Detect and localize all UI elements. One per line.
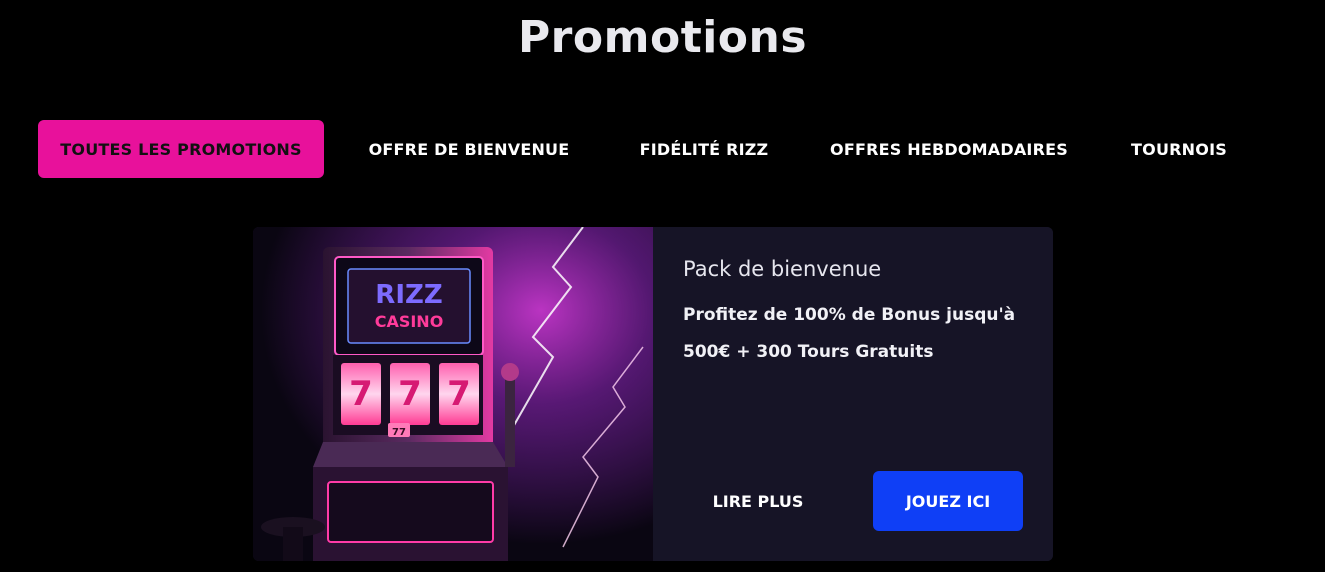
tab-loyalty[interactable]: FIDÉLITÉ RIZZ xyxy=(614,120,794,178)
tab-tournaments[interactable]: TOURNOIS xyxy=(1104,120,1254,178)
promo-description: Profitez de 100% de Bonus jusqu'à 500€ +… xyxy=(683,297,1023,371)
sign-casino: CASINO xyxy=(375,312,444,331)
slot-machine-illustration: RIZZ CASINO 7 7 7 77 xyxy=(253,227,653,561)
slot-machine-image: RIZZ CASINO 7 7 7 77 xyxy=(253,227,653,561)
promo-card-body: Pack de bienvenue Profitez de 100% de Bo… xyxy=(653,227,1053,561)
tab-weekly-offers[interactable]: OFFRES HEBDOMADAIRES xyxy=(794,120,1104,178)
reel-2-symbol: 7 xyxy=(398,374,422,414)
promo-description-line2: 500€ + 300 Tours Gratuits xyxy=(683,342,934,362)
read-more-button[interactable]: LIRE PLUS xyxy=(683,471,833,531)
promo-description-line1: Profitez de 100% de Bonus jusqu'à xyxy=(683,305,1016,325)
reel-1-symbol: 7 xyxy=(349,374,373,414)
reel-3-symbol: 7 xyxy=(447,374,471,414)
promo-card: RIZZ CASINO 7 7 7 77 Pack de bienvenue P… xyxy=(253,227,1053,561)
play-here-button[interactable]: JOUEZ ICI xyxy=(873,471,1023,531)
promotions-page: Promotions TOUTES LES PROMOTIONS OFFRE D… xyxy=(0,0,1325,572)
tab-welcome-offer[interactable]: OFFRE DE BIENVENUE xyxy=(324,120,614,178)
page-title: Promotions xyxy=(517,12,808,63)
sign-rizz: RIZZ xyxy=(375,280,442,310)
promo-tabs: TOUTES LES PROMOTIONS OFFRE DE BIENVENUE… xyxy=(38,120,1254,178)
tab-all-promotions[interactable]: TOUTES LES PROMOTIONS xyxy=(38,120,324,178)
reel-badge: 77 xyxy=(392,427,406,438)
promo-title: Pack de bienvenue xyxy=(683,257,882,281)
